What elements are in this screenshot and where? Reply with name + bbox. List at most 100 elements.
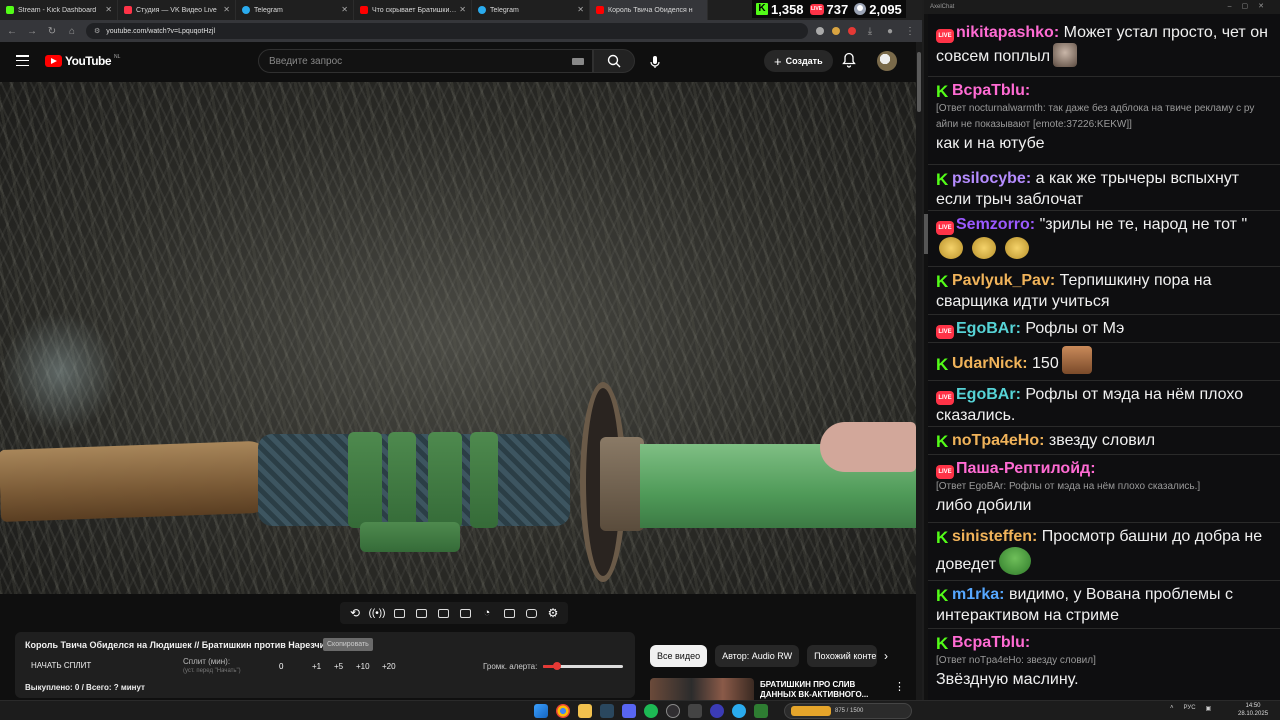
chat-username[interactable]: sinisteffen bbox=[952, 528, 1032, 545]
search-button[interactable] bbox=[593, 49, 635, 73]
chat-username[interactable]: nikitapashko bbox=[956, 24, 1054, 41]
voice-search-button[interactable] bbox=[643, 50, 667, 74]
chat-message: K BcpaTblu: [Ответ nocturnalwarmth: так д… bbox=[936, 80, 1274, 154]
close-icon[interactable]: ✕ bbox=[577, 5, 584, 14]
tab-kick-dashboard[interactable]: Stream - Kick Dashboard ✕ bbox=[0, 0, 118, 20]
copy-badge[interactable]: Скопировать bbox=[323, 638, 373, 651]
menu-icon[interactable] bbox=[16, 55, 29, 66]
increment-button[interactable]: +20 bbox=[382, 662, 396, 671]
extension-icon[interactable] bbox=[848, 27, 856, 35]
download-icon[interactable]: ⤓ bbox=[864, 26, 876, 37]
profile-icon[interactable]: ● bbox=[884, 26, 896, 37]
chat-username[interactable]: BcpaTblu bbox=[952, 82, 1025, 99]
keyboard-icon[interactable] bbox=[572, 58, 584, 65]
chip-all-videos[interactable]: Все видео bbox=[650, 645, 708, 667]
window-controls[interactable]: –▢✕ bbox=[1228, 2, 1274, 10]
app-icon[interactable] bbox=[710, 704, 724, 718]
menu-icon[interactable]: ⋮ bbox=[904, 26, 916, 37]
chat-username[interactable]: UdarNick bbox=[952, 355, 1022, 372]
chat-divider bbox=[928, 454, 1280, 455]
home-icon[interactable]: ⌂ bbox=[66, 26, 78, 37]
increment-button[interactable]: +10 bbox=[356, 662, 370, 671]
chat-username[interactable]: EgoBAr bbox=[956, 320, 1016, 337]
video-player[interactable] bbox=[0, 82, 916, 594]
telegram-icon[interactable] bbox=[732, 704, 746, 718]
chevron-up-icon[interactable]: ˄ bbox=[1170, 705, 1174, 712]
chevron-right-icon[interactable]: › bbox=[876, 645, 896, 667]
chat-username[interactable]: m1rka bbox=[952, 586, 999, 603]
search-input[interactable]: Введите запрос bbox=[258, 49, 593, 73]
more-vert-icon[interactable]: ⋮ bbox=[894, 680, 905, 693]
chat-username[interactable]: Semzorro bbox=[956, 216, 1030, 233]
spotify-icon[interactable] bbox=[644, 704, 658, 718]
extension-icon[interactable] bbox=[832, 27, 840, 35]
picture-in-picture-icon[interactable] bbox=[434, 604, 452, 622]
extension-icon[interactable] bbox=[816, 27, 824, 35]
settings-screen-icon[interactable] bbox=[390, 604, 408, 622]
discord-icon[interactable] bbox=[622, 704, 636, 718]
reload-icon[interactable]: ↻ bbox=[46, 26, 58, 37]
loop-icon[interactable]: ⟲ bbox=[346, 604, 364, 622]
cinema-mode-icon[interactable] bbox=[456, 604, 474, 622]
chip-author[interactable]: Автор: Audio RW bbox=[715, 645, 800, 667]
tab-telegram-1[interactable]: Telegram ✕ bbox=[236, 0, 354, 20]
folder-icon[interactable] bbox=[578, 704, 592, 718]
app-icon[interactable] bbox=[754, 704, 768, 718]
split-minutes-value[interactable]: 0 bbox=[279, 662, 283, 671]
video-frame-band bbox=[388, 432, 416, 528]
gear-icon[interactable]: ⚙ bbox=[544, 604, 562, 622]
close-icon[interactable]: ✕ bbox=[105, 5, 112, 14]
chip-similar[interactable]: Похожий конте bbox=[807, 645, 878, 667]
youtube-logo[interactable]: YouTube NL bbox=[45, 54, 120, 68]
start-split-button[interactable]: НАЧАТЬ СПЛИТ bbox=[31, 661, 91, 670]
url-field[interactable]: ⚙ youtube.com/watch?v=LpquqotHzjl bbox=[86, 23, 808, 39]
back-icon[interactable]: ← bbox=[6, 26, 18, 37]
network-icon[interactable]: ▣ bbox=[1206, 705, 1212, 712]
donation-goal-widget[interactable]: 875 / 1500 bbox=[784, 703, 912, 719]
clock[interactable]: 14:50 28.10.2025 bbox=[1238, 702, 1268, 718]
scrollbar-thumb[interactable] bbox=[917, 52, 921, 112]
chat-scrollbar[interactable] bbox=[924, 14, 928, 700]
chat-username[interactable]: Pavlyuk_Pav bbox=[952, 272, 1050, 289]
chat-username[interactable]: noTpa4eHo bbox=[952, 432, 1039, 449]
chat-username[interactable]: Паша-Рептилойд bbox=[956, 460, 1090, 477]
obs-icon[interactable] bbox=[666, 704, 680, 718]
forward-icon[interactable]: → bbox=[26, 26, 38, 37]
close-icon[interactable]: ✕ bbox=[223, 5, 230, 14]
steam-icon[interactable] bbox=[600, 704, 614, 718]
chat-titlebar: AxelChat –▢✕ bbox=[924, 0, 1280, 14]
add-screenshot-icon[interactable] bbox=[500, 604, 518, 622]
app-icon[interactable] bbox=[688, 704, 702, 718]
chat-username[interactable]: EgoBAr bbox=[956, 386, 1016, 403]
close-icon[interactable]: ✕ bbox=[459, 5, 466, 14]
youtube-icon bbox=[596, 6, 604, 14]
alert-volume-slider[interactable] bbox=[543, 662, 623, 670]
video-thumbnail[interactable] bbox=[650, 678, 754, 700]
create-button[interactable]: + Создать bbox=[764, 50, 833, 72]
clock-time: 14:50 bbox=[1245, 703, 1261, 709]
language-indicator[interactable]: РУС bbox=[1184, 705, 1196, 712]
close-icon[interactable]: ✕ bbox=[341, 5, 348, 14]
clapper-icon[interactable] bbox=[412, 604, 430, 622]
recommended-video-title[interactable]: БРАТИШКИН ПРО СЛИВ ДАННЫХ ВК-АКТИВНОГО..… bbox=[760, 680, 888, 700]
camera-icon[interactable] bbox=[522, 604, 540, 622]
chat-username[interactable]: psilocybe bbox=[952, 170, 1026, 187]
chat-username[interactable]: BcpaTblu bbox=[952, 634, 1025, 651]
tab-youtube-bratishkin[interactable]: Что скрывает Братишкин? Сп ✕ bbox=[354, 0, 472, 20]
increment-button[interactable]: +1 bbox=[312, 662, 321, 671]
scrollbar-thumb[interactable] bbox=[924, 214, 928, 254]
tab-youtube-active[interactable]: Король Твича Обиделся н bbox=[590, 0, 708, 20]
windows-start-icon[interactable] bbox=[534, 704, 548, 718]
notifications-button[interactable] bbox=[842, 52, 856, 73]
volume-knob[interactable] bbox=[553, 662, 562, 670]
tab-vk-studio[interactable]: Студия — VK Видео Live ✕ bbox=[118, 0, 236, 20]
recommended-video[interactable]: БРАТИШКИН ПРО СЛИВ ДАННЫХ ВК-АКТИВНОГО..… bbox=[650, 678, 910, 700]
speed-icon[interactable]: ◔ bbox=[478, 604, 496, 622]
tab-telegram-2[interactable]: Telegram ✕ bbox=[472, 0, 590, 20]
chrome-icon[interactable] bbox=[556, 704, 570, 718]
site-info-icon[interactable]: ⚙ bbox=[94, 27, 100, 35]
broadcast-icon[interactable]: ((•)) bbox=[368, 604, 386, 622]
increment-button[interactable]: +5 bbox=[334, 662, 343, 671]
avatar[interactable] bbox=[877, 51, 897, 71]
chat-text: звезду словил bbox=[1048, 432, 1156, 449]
